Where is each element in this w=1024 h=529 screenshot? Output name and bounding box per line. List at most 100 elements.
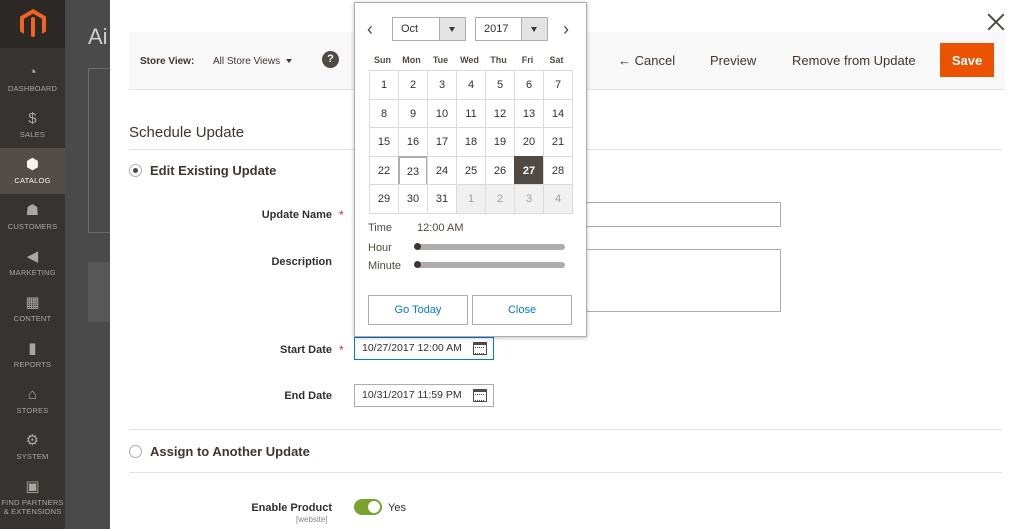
prev-month-button[interactable]: ‹ bbox=[367, 19, 373, 40]
minute-label: Minute bbox=[368, 260, 402, 272]
cancel-button[interactable]: ← Cancel bbox=[618, 53, 675, 68]
hour-slider-handle[interactable] bbox=[414, 243, 421, 250]
day-cell[interactable]: 15 bbox=[369, 127, 399, 157]
assign-another-radio[interactable] bbox=[129, 445, 142, 458]
divider bbox=[129, 472, 1002, 473]
month-select[interactable]: Oct bbox=[392, 17, 466, 41]
store-icon: ⌂ bbox=[27, 386, 38, 403]
day-cell[interactable]: 11 bbox=[456, 98, 486, 129]
sidebar-item-system[interactable]: ⚙ SYSTEM bbox=[0, 424, 65, 470]
sidebar-item-catalog[interactable]: ⬢ CATALOG bbox=[0, 148, 65, 194]
sidebar-item-label: DASHBOARD bbox=[7, 84, 58, 93]
today-day-cell[interactable]: 23 bbox=[398, 155, 428, 186]
update-name-input[interactable] bbox=[580, 202, 781, 227]
day-cell[interactable]: 13 bbox=[514, 98, 544, 129]
person-icon: ☗ bbox=[25, 202, 40, 219]
day-cell[interactable]: 4 bbox=[456, 70, 486, 100]
sidebar-item-label: FIND PARTNERS & EXTENSIONS bbox=[1, 498, 64, 516]
datepicker-popup: ‹ Oct 2017 › Sun Mon Tue Wed Thu Fri Sat 12345… bbox=[354, 2, 587, 337]
sidebar-item-label: REPORTS bbox=[13, 360, 52, 369]
edit-existing-label: Edit Existing Update bbox=[150, 163, 277, 178]
enable-product-toggle[interactable] bbox=[354, 499, 382, 515]
day-cell[interactable]: 26 bbox=[485, 155, 515, 186]
start-date-label: Start Date bbox=[280, 344, 332, 356]
enable-product-scope: [website] bbox=[296, 515, 328, 524]
sidebar-item-dashboard[interactable]: ◔ DASHBOARD bbox=[0, 56, 65, 102]
magento-logo-icon bbox=[19, 9, 46, 38]
update-name-label: Update Name bbox=[261, 209, 332, 221]
day-cell[interactable]: 10 bbox=[427, 98, 457, 129]
help-icon[interactable]: ? bbox=[322, 51, 339, 68]
day-cell[interactable]: 3 bbox=[514, 184, 544, 214]
hour-slider[interactable] bbox=[414, 243, 565, 250]
day-cell[interactable]: 28 bbox=[543, 155, 573, 186]
weekday-header: Mon bbox=[402, 55, 421, 65]
close-datepicker-button[interactable]: Close bbox=[472, 295, 572, 325]
required-mark: * bbox=[339, 208, 344, 222]
preview-button[interactable]: Preview bbox=[710, 53, 756, 68]
day-cell[interactable]: 4 bbox=[543, 184, 573, 214]
gear-icon: ⚙ bbox=[25, 432, 40, 449]
divider bbox=[129, 429, 1002, 430]
weekday-header: Wed bbox=[460, 55, 479, 65]
dollar-icon: $ bbox=[28, 110, 37, 127]
day-cell[interactable]: 29 bbox=[369, 184, 399, 214]
weekday-header: Sat bbox=[549, 55, 564, 65]
day-cell[interactable]: 7 bbox=[543, 70, 573, 100]
minute-slider[interactable] bbox=[414, 261, 565, 268]
day-cell[interactable]: 1 bbox=[456, 184, 486, 214]
day-cell[interactable]: 31 bbox=[427, 184, 457, 214]
day-cell[interactable]: 16 bbox=[398, 127, 428, 157]
day-cell[interactable]: 14 bbox=[543, 98, 573, 129]
sidebar-item-find[interactable]: ▣ FIND PARTNERS & EXTENSIONS bbox=[0, 470, 65, 516]
sidebar-item-label: STORES bbox=[16, 406, 49, 415]
day-cell[interactable]: 3 bbox=[427, 70, 457, 100]
day-cell[interactable]: 9 bbox=[398, 98, 428, 129]
year-select[interactable]: 2017 bbox=[475, 17, 548, 41]
box-icon: ▣ bbox=[25, 478, 40, 495]
calendar-icon[interactable] bbox=[473, 389, 487, 402]
day-cell[interactable]: 8 bbox=[369, 98, 399, 129]
day-cell[interactable]: 20 bbox=[514, 127, 544, 157]
day-cell[interactable]: 19 bbox=[485, 127, 515, 157]
sidebar-item-label: SALES bbox=[19, 130, 46, 139]
day-cell[interactable]: 30 bbox=[398, 184, 428, 214]
day-cell[interactable]: 18 bbox=[456, 127, 486, 157]
description-textarea[interactable] bbox=[580, 249, 781, 312]
background-panel-2 bbox=[88, 262, 112, 322]
modal-close-icon[interactable] bbox=[986, 12, 1006, 32]
day-cell[interactable]: 22 bbox=[369, 155, 399, 186]
sidebar-item-reports[interactable]: ▮ REPORTS bbox=[0, 332, 65, 378]
store-view-switcher[interactable]: All Store Views bbox=[213, 56, 292, 67]
sidebar-item-sales[interactable]: $ SALES bbox=[0, 102, 65, 148]
day-cell[interactable]: 21 bbox=[543, 127, 573, 157]
day-cell[interactable]: 25 bbox=[456, 155, 486, 186]
remove-from-update-button[interactable]: Remove from Update bbox=[792, 53, 916, 68]
calendar-icon[interactable] bbox=[473, 342, 487, 355]
save-button[interactable]: Save bbox=[940, 43, 994, 77]
magento-logo[interactable] bbox=[0, 0, 65, 48]
sidebar-item-label: SYSTEM bbox=[16, 452, 49, 461]
day-cell[interactable]: 17 bbox=[427, 127, 457, 157]
day-cell[interactable]: 2 bbox=[398, 70, 428, 100]
year-value: 2017 bbox=[484, 23, 509, 35]
day-cell[interactable]: 6 bbox=[514, 70, 544, 100]
minute-slider-handle[interactable] bbox=[414, 261, 421, 268]
edit-existing-radio[interactable] bbox=[129, 164, 142, 177]
day-cell[interactable]: 1 bbox=[369, 70, 399, 100]
day-cell[interactable]: 5 bbox=[485, 70, 515, 100]
sidebar-item-customers[interactable]: ☗ CUSTOMERS bbox=[0, 194, 65, 240]
sidebar-item-content[interactable]: ▦ CONTENT bbox=[0, 286, 65, 332]
selected-day-cell[interactable]: 27 bbox=[514, 155, 544, 186]
day-cell[interactable]: 12 bbox=[485, 98, 515, 129]
hour-label: Hour bbox=[368, 242, 392, 254]
go-today-button[interactable]: Go Today bbox=[368, 295, 468, 325]
layout-icon: ▦ bbox=[25, 294, 40, 311]
assign-another-label: Assign to Another Update bbox=[150, 444, 310, 459]
sidebar-item-marketing[interactable]: ◀ MARKETING bbox=[0, 240, 65, 286]
next-month-button[interactable]: › bbox=[563, 19, 569, 40]
day-cell[interactable]: 2 bbox=[485, 184, 515, 214]
sidebar-item-stores[interactable]: ⌂ STORES bbox=[0, 378, 65, 424]
background-page-title: Ai bbox=[88, 24, 108, 49]
day-cell[interactable]: 24 bbox=[427, 155, 457, 186]
